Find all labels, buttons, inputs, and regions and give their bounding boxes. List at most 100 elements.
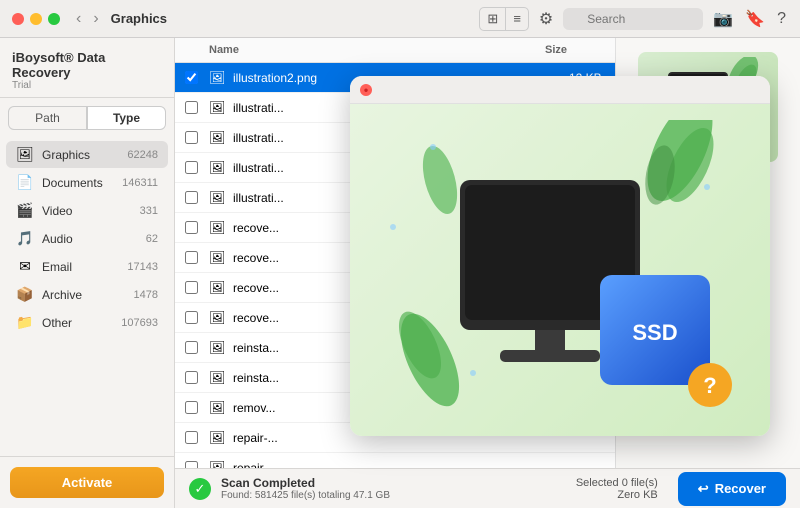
sidebar-header: iBoysoft® Data Recovery Trial [0,38,174,98]
file-checkbox[interactable] [185,341,209,354]
sidebar-item-graphics[interactable]: 🖼 Graphics 62248 [6,141,168,168]
file-type-icon: 🖼 [209,250,229,266]
forward-button[interactable]: › [89,8,102,30]
scan-title: Scan Completed [221,476,566,490]
recover-button[interactable]: ↩ Recover [678,472,786,506]
email-icon: ✉ [16,258,34,275]
svg-text:?: ? [703,373,716,398]
recover-icon: ↩ [698,481,709,497]
scan-subtitle: Found: 581425 file(s) totaling 47.1 GB [221,490,566,501]
file-checkbox[interactable] [185,251,209,264]
sidebar-label-documents: Documents [42,176,114,190]
file-type-icon: 🖼 [209,190,229,206]
sidebar-count-video: 331 [140,205,158,217]
preview-illustration: SSD ? [380,120,740,420]
file-checkbox[interactable] [185,71,209,84]
file-type-icon: 🖼 [209,280,229,296]
selected-files: Selected 0 file(s) [576,477,658,489]
titlebar: ‹ › Graphics ⊞ ≡ ⚙ 🔍 📷 🔖 ? [0,0,800,38]
file-type-icon: 🖼 [209,430,229,446]
file-checkbox[interactable] [185,371,209,384]
sidebar-count-documents: 146311 [122,177,158,189]
sidebar-count-graphics: 62248 [127,149,158,161]
minimize-button[interactable] [30,13,42,25]
file-type-icon: 🖼 [209,160,229,176]
sidebar-label-graphics: Graphics [42,148,119,162]
view-toggle: ⊞ ≡ [479,7,529,31]
file-type-icon: 🖼 [209,400,229,416]
sidebar-count-audio: 62 [146,233,158,245]
dot-decoration [470,370,476,376]
file-checkbox[interactable] [185,221,209,234]
sidebar-item-email[interactable]: ✉ Email 17143 [6,253,168,280]
selected-size: Zero KB [576,489,658,501]
sidebar-items: 🖼 Graphics 62248 📄 Documents 146311 🎬 Vi… [0,136,174,456]
sidebar-item-audio[interactable]: 🎵 Audio 62 [6,225,168,252]
titlebar-actions: ⊞ ≡ ⚙ 🔍 📷 🔖 ? [479,7,788,31]
overlay-content: SSD ? [350,104,770,436]
back-button[interactable]: ‹ [72,8,85,30]
file-checkbox[interactable] [185,101,209,114]
grid-view-button[interactable]: ⊞ [480,8,506,30]
scan-complete-icon: ✓ [189,478,211,500]
file-type-icon: 🖼 [209,310,229,326]
close-button[interactable] [12,13,24,25]
dot-decoration [390,224,396,230]
bottom-bar: ✓ Scan Completed Found: 581425 file(s) t… [175,468,800,508]
maximize-button[interactable] [48,13,60,25]
sidebar-label-email: Email [42,260,119,274]
app-subtitle: Trial [12,80,162,91]
search-input[interactable] [563,8,703,30]
sidebar-label-video: Video [42,204,132,218]
selected-info: Selected 0 file(s) Zero KB [576,477,658,501]
graphics-icon: 🖼 [16,146,34,163]
sidebar-count-other: 107693 [121,317,158,329]
bookmark-icon[interactable]: 🔖 [743,7,767,31]
file-checkbox[interactable] [185,431,209,444]
file-checkbox[interactable] [185,401,209,414]
tab-type[interactable]: Type [87,106,166,130]
filter-button[interactable]: ⚙ [537,7,555,31]
sidebar-label-audio: Audio [42,232,138,246]
overlay-titlebar [350,76,770,104]
file-checkbox[interactable] [185,161,209,174]
sidebar-label-archive: Archive [42,288,126,302]
audio-icon: 🎵 [16,230,34,247]
file-type-icon: 🖼 [209,130,229,146]
file-checkbox[interactable] [185,311,209,324]
documents-icon: 📄 [16,174,34,191]
location-title: Graphics [111,11,480,26]
preview-overlay: SSD ? [350,76,770,436]
file-type-icon: 🖼 [209,370,229,386]
file-type-icon: 🖼 [209,340,229,356]
sidebar-item-archive[interactable]: 📦 Archive 1478 [6,281,168,308]
header-check [185,44,209,56]
file-type-icon: 🖼 [209,220,229,236]
tab-path[interactable]: Path [8,106,87,130]
file-type-icon: 🖼 [209,70,229,86]
file-checkbox[interactable] [185,281,209,294]
traffic-lights [12,13,60,25]
sidebar-count-email: 17143 [127,261,158,273]
header-name: Name [209,44,545,56]
scan-status: Scan Completed Found: 581425 file(s) tot… [221,476,566,501]
sidebar-item-video[interactable]: 🎬 Video 331 [6,197,168,224]
help-icon[interactable]: ? [775,8,788,30]
sidebar-item-documents[interactable]: 📄 Documents 146311 [6,169,168,196]
overlay-close-button[interactable] [360,84,372,96]
activate-button[interactable]: Activate [10,467,164,498]
main-container: iBoysoft® Data Recovery Trial Path Type … [0,38,800,508]
list-view-button[interactable]: ≡ [506,8,528,30]
sidebar-label-other: Other [42,316,113,330]
file-type-icon: 🖼 [209,100,229,116]
file-checkbox[interactable] [185,131,209,144]
sidebar-footer: Activate [0,456,174,508]
search-wrapper: 🔍 [563,8,703,30]
dot-decoration [430,144,436,150]
file-checkbox[interactable] [185,191,209,204]
sidebar-item-other[interactable]: 📁 Other 107693 [6,309,168,336]
archive-icon: 📦 [16,286,34,303]
video-icon: 🎬 [16,202,34,219]
camera-icon[interactable]: 📷 [711,7,735,31]
header-size: Size [545,44,615,56]
